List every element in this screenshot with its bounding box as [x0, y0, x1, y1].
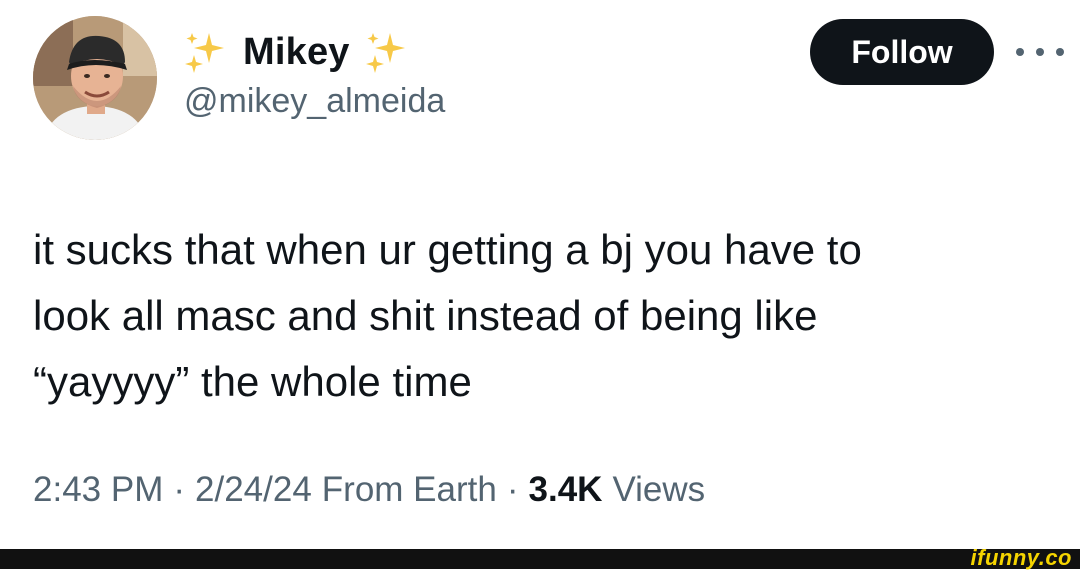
more-dot: [1056, 48, 1064, 56]
meta-separator: ·: [506, 470, 519, 509]
tweet-meta: 2:43 PM · 2/24/24 From Earth · 3.4K View…: [33, 470, 705, 510]
watermark-bar: ifunny.co: [0, 545, 1080, 570]
tweet-text: it sucks that when ur getting a bj you h…: [33, 217, 1043, 415]
ifunny-watermark: ifunny.co: [970, 545, 1072, 570]
more-dot: [1016, 48, 1024, 56]
avatar[interactable]: [33, 16, 157, 140]
tweet-line: look all masc and shit instead of being …: [33, 292, 818, 339]
meta-separator: ·: [173, 470, 186, 509]
more-dot: [1036, 48, 1044, 56]
author-name-row[interactable]: Mikey: [183, 26, 410, 78]
tweet-time[interactable]: 2:43 PM: [33, 470, 163, 510]
tweet-source: From Earth: [321, 470, 497, 509]
sparkles-icon: [365, 33, 405, 73]
display-name[interactable]: Mikey: [243, 31, 350, 74]
tweet-date[interactable]: 2/24/24: [195, 470, 312, 510]
follow-button[interactable]: Follow: [810, 19, 994, 85]
tweet-line: “yayyyy” the whole time: [33, 358, 472, 405]
views-count[interactable]: 3.4K: [529, 470, 603, 510]
tweet-line: it sucks that when ur getting a bj you h…: [33, 226, 862, 273]
views-label: Views: [612, 470, 706, 509]
more-options-icon[interactable]: [1016, 41, 1064, 63]
sparkles-icon: [185, 33, 224, 73]
user-handle[interactable]: @mikey_almeida: [184, 82, 445, 121]
